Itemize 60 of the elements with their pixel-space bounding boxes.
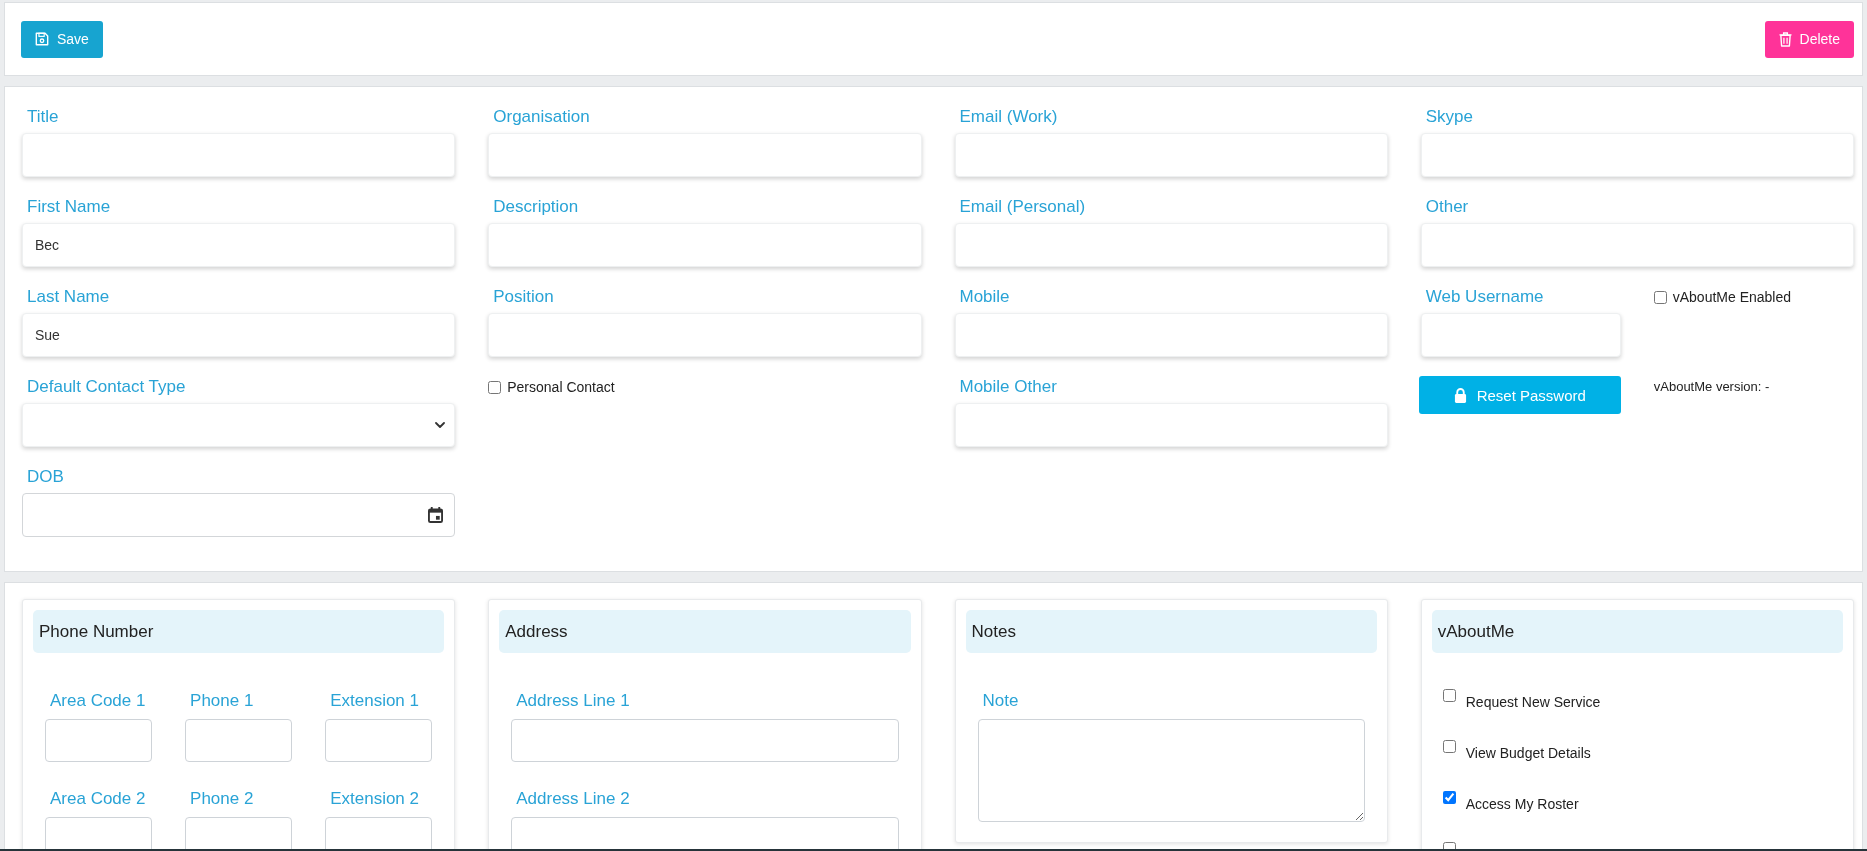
save-button[interactable]: Save bbox=[21, 20, 103, 58]
checkbox-label: Personal Contact bbox=[507, 379, 615, 395]
field-label: Area Code 2 bbox=[50, 788, 146, 810]
checkbox[interactable] bbox=[1442, 791, 1456, 804]
field-label: Area Code 1 bbox=[50, 690, 146, 712]
field-label: DOB bbox=[27, 466, 64, 488]
input-field[interactable] bbox=[511, 817, 899, 851]
field-label: Phone 2 bbox=[190, 788, 254, 810]
input-field[interactable] bbox=[511, 719, 899, 762]
lock-icon bbox=[1453, 387, 1467, 403]
field-label: Skype bbox=[1425, 106, 1473, 128]
field-label: Mobile Other bbox=[959, 376, 1057, 398]
field-label: Position bbox=[493, 286, 554, 308]
field-label: Extension 1 bbox=[330, 690, 419, 712]
field-label: Other bbox=[1425, 196, 1469, 218]
field-label: Address Line 2 bbox=[516, 788, 630, 810]
checkbox-label: Access My Roster bbox=[1465, 795, 1579, 814]
field-label: Mobile bbox=[959, 286, 1010, 308]
input-field[interactable] bbox=[45, 719, 153, 762]
field-label: Default Contact Type bbox=[27, 376, 186, 398]
checkbox[interactable] bbox=[1442, 842, 1456, 851]
field-label: Organisation bbox=[493, 106, 590, 128]
input-field[interactable] bbox=[45, 817, 153, 851]
field-label: Phone 1 bbox=[190, 690, 254, 712]
panel-header: Notes bbox=[965, 610, 1377, 653]
select-field[interactable] bbox=[22, 403, 456, 447]
checkbox[interactable] bbox=[1653, 290, 1667, 304]
date-field[interactable] bbox=[22, 493, 456, 537]
field-label: Description bbox=[493, 196, 579, 218]
trash-icon bbox=[1778, 31, 1792, 47]
panel-header: vAboutMe bbox=[1431, 610, 1843, 653]
field-label: Extension 2 bbox=[330, 788, 419, 810]
field-label: Title bbox=[27, 106, 59, 128]
calendar-icon bbox=[428, 507, 444, 523]
checkbox[interactable] bbox=[488, 380, 502, 394]
input-field[interactable] bbox=[325, 817, 433, 851]
panel-header: Phone Number bbox=[33, 610, 445, 653]
input-field[interactable]: Sue bbox=[22, 313, 456, 357]
input-field[interactable] bbox=[185, 817, 293, 851]
input-field[interactable] bbox=[325, 719, 433, 762]
input-field[interactable] bbox=[185, 719, 293, 762]
chevron-down-icon bbox=[435, 422, 446, 428]
field-label: Web Username bbox=[1425, 286, 1544, 308]
checkbox-label: vAboutMe Enabled bbox=[1672, 289, 1792, 305]
checkbox[interactable] bbox=[1442, 689, 1456, 702]
field-label: Last Name bbox=[27, 286, 110, 308]
input-field[interactable]: Bec bbox=[22, 223, 456, 267]
field-label: Address Line 1 bbox=[516, 690, 630, 712]
checkbox[interactable] bbox=[1442, 740, 1456, 753]
version-text: vAboutMe version: - bbox=[1653, 378, 1770, 396]
reset-password-button[interactable]: Reset Password bbox=[1418, 376, 1621, 414]
field-label: Note bbox=[982, 690, 1019, 712]
field-label: Email (Work) bbox=[959, 106, 1058, 128]
field-label: First Name bbox=[27, 196, 111, 218]
checkbox-label: View Budget Details bbox=[1465, 744, 1591, 763]
textarea-field[interactable] bbox=[977, 719, 1365, 822]
delete-button[interactable]: Delete bbox=[1764, 20, 1854, 58]
checkbox-label: Request New Service bbox=[1465, 693, 1601, 712]
field-label: Email (Personal) bbox=[959, 196, 1086, 218]
panel-header: Address bbox=[499, 610, 911, 653]
